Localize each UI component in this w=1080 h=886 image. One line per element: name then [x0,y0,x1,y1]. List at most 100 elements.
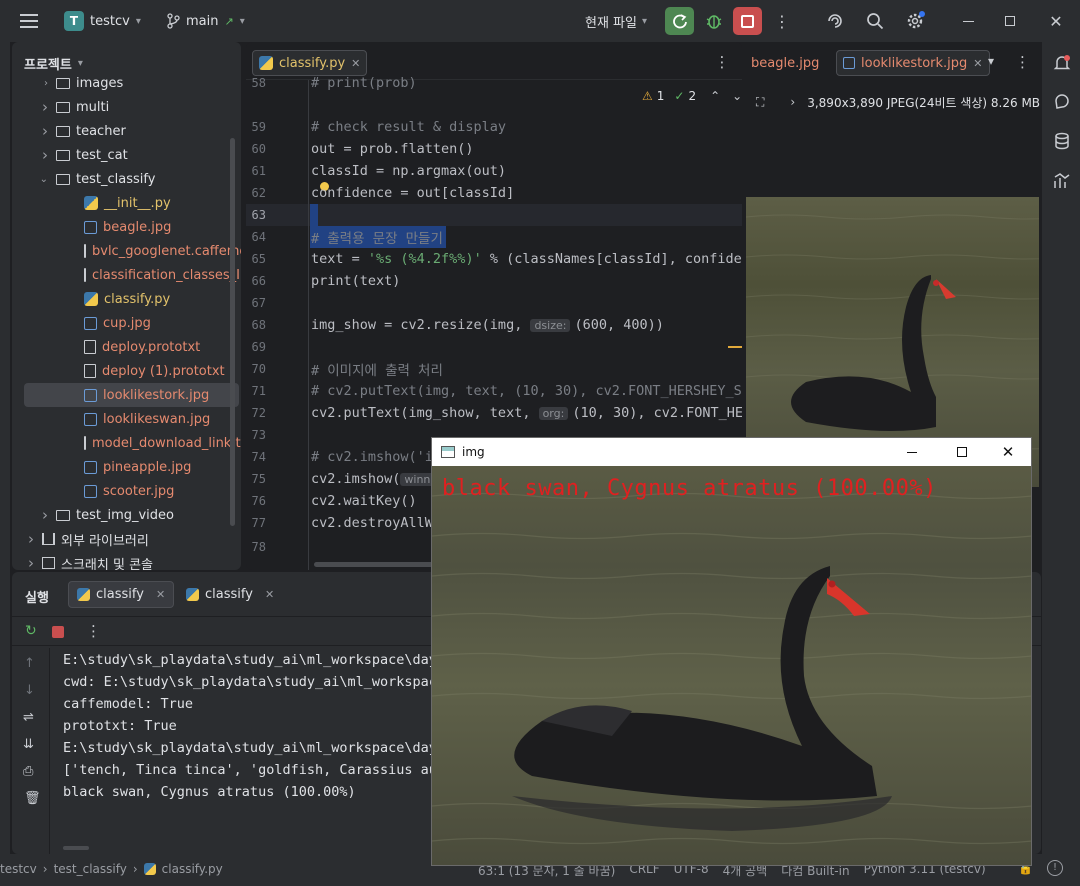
database-icon[interactable] [1051,130,1073,152]
swan-graphic [432,492,1031,845]
text-file-icon [84,268,86,282]
run-config-selector[interactable]: 현재 파일 ▾ [585,12,647,31]
img-window-titlebar[interactable]: img ✕ [432,438,1031,466]
maximize-button[interactable] [1000,12,1020,30]
tree-item-multi[interactable]: › multi [12,95,241,119]
tree-item-scooter-jpg[interactable]: scooter.jpg [12,479,241,503]
code-text: # 이미지에 출력 처리 [311,363,443,379]
soft-wrap-icon[interactable]: ⇌ [23,710,34,725]
notifications-bell-icon[interactable] [1051,52,1073,74]
more-actions-icon[interactable]: ⋮ [772,10,792,32]
close-window-button[interactable]: ✕ [998,443,1018,461]
line-number: 72 [251,406,266,420]
breadcrumb-item[interactable]: classify.py [162,862,223,876]
tree-item-label: test_classify [76,171,156,187]
run-tab-label: classify [96,587,144,602]
close-tab-icon[interactable]: ✕ [973,57,982,70]
print-icon[interactable]: ⎙ [23,764,33,779]
scroll-up-icon[interactable]: ↑ [24,656,35,671]
tree-item-label: classification_classes_ILSVRC2012.txt [92,267,241,283]
tree-item-looklikeswan-jpg[interactable]: looklikeswan.jpg [12,407,241,431]
problems-icon[interactable]: ! [1047,860,1063,876]
text-file-icon [84,340,96,354]
scroll-to-end-icon[interactable]: ⇊ [23,737,34,752]
tree-item-classify-py[interactable]: classify.py [12,287,241,311]
more-actions-icon[interactable]: ⋮ [86,622,101,640]
tree-item-test-classify[interactable]: ⌄ test_classify [12,167,241,191]
tree-item-label: test_cat [76,147,128,163]
minimize-button[interactable] [902,446,922,458]
opencv-image-window: img ✕ black swan, Cygnus atratus (100.00… [431,437,1032,866]
tab-beagle-jpg[interactable]: beagle.jpg [751,56,819,71]
tree-item-teacher[interactable]: › teacher [12,119,241,143]
trash-icon[interactable]: 🗑 [24,791,41,806]
rerun-button[interactable] [665,7,694,35]
stop-icon[interactable] [52,626,64,638]
tree-item-test-cat[interactable]: › test_cat [12,143,241,167]
settings-gear-icon[interactable] [904,10,926,32]
close-tab-icon[interactable]: ✕ [265,588,274,601]
tree-item-model-download-link[interactable]: model_download_link.txt [12,431,241,455]
code-text: # cv2.putText(img, text, (10, 30), cv2.F… [311,383,742,399]
tree-item-label: teacher [76,123,126,139]
tree-item-deploy-1-prototxt[interactable]: deploy (1).prototxt [12,359,241,383]
image-file-icon [84,388,97,402]
editor-h-scrollbar[interactable] [314,562,434,567]
tree-item-init-py[interactable]: __init__.py [12,191,241,215]
tree-item-external-libraries[interactable]: › 외부 라이브러리 [12,527,241,551]
tree-item-beagle-jpg[interactable]: beagle.jpg [12,215,241,239]
scientific-mode-icon[interactable] [1051,170,1073,192]
fit-zoom-icon[interactable]: ⛶ [756,95,764,110]
code-text: classId = np.argmax(out) [311,163,507,179]
tab-options-icon[interactable]: ⋮ [1015,53,1030,71]
close-tab-icon[interactable]: ✕ [351,57,360,70]
tab-looklikestork-jpg[interactable]: looklikestork.jpg ✕ [836,50,990,76]
tree-item-label: looklikestork.jpg [103,387,210,403]
main-menu-icon[interactable] [18,11,40,31]
code-line: 70 # 이미지에 출력 처리 [246,358,742,380]
folder-icon [56,101,70,113]
breadcrumb-item[interactable]: test_classify [54,862,127,876]
git-branch-icon [167,13,180,29]
tree-item-caffemodel[interactable]: bvlc_googlenet.caffemodel [12,239,241,263]
image-file-icon [84,220,97,234]
tree-item-deploy-prototxt[interactable]: deploy.prototxt [12,335,241,359]
tree-item-pineapple-jpg[interactable]: pineapple.jpg [12,455,241,479]
breadcrumb-item[interactable]: testcv [0,862,37,876]
rerun-icon[interactable]: ↻ [25,623,37,639]
tree-item-images[interactable]: › images [12,71,241,95]
stop-button[interactable] [733,7,762,35]
tree-item-classes-txt[interactable]: classification_classes_ILSVRC2012.txt [12,263,241,287]
run-panel-title: 실행 [25,591,49,606]
chevron-down-icon: ▾ [135,15,141,27]
line-number: 64 [251,230,266,244]
title-bar: T testcv ▾ main ↗ ▾ 현재 파일 ▾ ⋮ ✕ [0,0,1080,42]
project-selector[interactable]: T testcv ▾ [64,10,141,32]
tree-item-looklikestork-jpg[interactable]: looklikestork.jpg [24,383,239,407]
close-tab-icon[interactable]: ✕ [156,588,165,601]
chevron-down-icon: ⌄ [39,173,48,185]
project-scrollbar[interactable] [230,138,235,526]
minimize-button[interactable] [958,12,978,30]
tree-item-scratches[interactable]: › 스크래치 및 콘솔 [12,551,241,570]
ai-assistant-icon[interactable] [824,10,846,32]
search-icon[interactable] [864,10,886,32]
code-line: 61 classId = np.argmax(out) [246,160,742,182]
scroll-down-icon[interactable]: ↓ [24,683,35,698]
branch-selector[interactable]: main ↗ ▾ [166,10,245,32]
ai-chat-icon[interactable] [1051,90,1073,112]
run-tab-classify-active[interactable]: classify ✕ [68,581,175,608]
line-number: 66 [251,274,266,288]
tree-item-cup-jpg[interactable]: cup.jpg [12,311,241,335]
code-line: 62 confidence = out[classId] [246,182,742,204]
debug-button[interactable] [702,9,726,33]
maximize-button[interactable] [952,445,972,459]
run-tab-classify[interactable]: classify ✕ [178,581,282,608]
close-window-button[interactable]: ✕ [1046,11,1066,31]
tab-options-icon[interactable]: ⋮ [714,52,730,72]
chevron-down-icon[interactable]: ▾ [988,54,994,68]
chevron-right-icon[interactable]: › [790,95,795,109]
tree-item-label: multi [76,99,110,115]
console-h-scrollbar[interactable] [63,846,89,850]
tree-item-test-img-video[interactable]: › test_img_video [12,503,241,527]
